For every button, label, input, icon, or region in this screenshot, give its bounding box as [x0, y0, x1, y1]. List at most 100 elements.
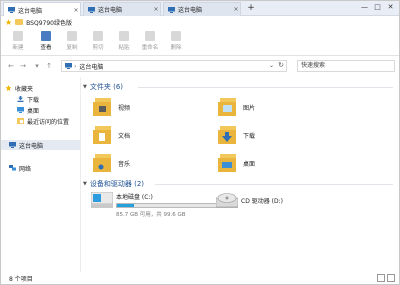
navigation-pane: 收藏夹 下载 桌面 最近访问的位置 这台电脑 网络	[1, 77, 81, 272]
drive-name: CD 驱动器 (D:)	[241, 198, 283, 205]
sidebar-item-downloads[interactable]: 下载	[17, 94, 39, 104]
folder-label: 文档	[118, 132, 131, 140]
up-button[interactable]: ↑	[45, 61, 53, 71]
tab-this-pc-2[interactable]: 这台电脑 ×	[83, 2, 161, 16]
group-divider	[155, 184, 393, 185]
group-title: 设备和驱动器 (2)	[89, 180, 144, 188]
computer-icon	[88, 6, 95, 13]
close-tab-icon[interactable]: ×	[72, 7, 80, 14]
document-folder-icon	[93, 126, 111, 144]
tab-this-pc-1[interactable]: 这台电脑 ×	[3, 2, 81, 17]
close-tab-icon[interactable]: ×	[152, 6, 160, 13]
sidebar-item-this-pc[interactable]: 这台电脑	[1, 140, 80, 150]
tab-label: 这台电脑	[18, 7, 43, 15]
group-divider	[138, 87, 393, 88]
favorite-item[interactable]: BSQ9790绿色版	[26, 18, 72, 27]
music-folder-icon	[93, 154, 111, 172]
explorer-window: 这台电脑 × 这台电脑 × 这台电脑 × + — □ ✕ ★ BSQ9790绿色…	[0, 0, 400, 285]
window-controls: — □ ✕	[358, 1, 397, 15]
folder-label: 下载	[243, 132, 256, 140]
sidebar-item-favorites[interactable]: 收藏夹	[5, 83, 33, 93]
delete-icon	[171, 31, 181, 41]
computer-icon	[8, 7, 15, 13]
paste-icon	[119, 31, 129, 41]
sidebar-item-label: 这台电脑	[19, 142, 44, 150]
cut-button[interactable]: 剪切	[87, 31, 109, 51]
maximize-button[interactable]: □	[371, 1, 384, 15]
tab-strip: 这台电脑 × 这台电脑 × 这台电脑 × + — □ ✕	[1, 1, 399, 17]
drive-usage-fill	[117, 204, 134, 207]
back-button[interactable]: ←	[7, 61, 15, 71]
recent-locations-button[interactable]: ▾	[33, 61, 41, 71]
computer-icon	[168, 6, 175, 13]
address-row: ← → ▾ ↑ › 这台电脑 ⌄ ↻ 快速搜索	[1, 59, 399, 73]
item-count: 8 个项目	[9, 275, 33, 283]
chevron-down-icon[interactable]: ⌄	[269, 62, 274, 69]
folder-icon	[15, 19, 24, 25]
sidebar-item-label: 下载	[27, 96, 40, 104]
large-icons-view-icon[interactable]	[387, 274, 395, 282]
paste-label: 粘贴	[118, 45, 130, 51]
sidebar-item-recent[interactable]: 最近访问的位置	[17, 116, 69, 126]
folder-item-documents[interactable]: 文档	[93, 123, 130, 147]
new-button[interactable]: 新建	[7, 31, 29, 51]
status-bar: 8 个项目	[1, 272, 399, 284]
rename-button[interactable]: 重命名	[139, 31, 161, 51]
details-view-icon[interactable]	[377, 274, 385, 282]
view-label: 查看	[40, 45, 52, 51]
paste-button[interactable]: 粘贴	[113, 31, 135, 51]
network-icon	[9, 165, 16, 171]
breadcrumb[interactable]: 这台电脑	[79, 62, 103, 71]
tab-label: 这台电脑	[178, 7, 203, 14]
content-pane: ▼ 文件夹 (6) 视频 图片 文档 下载 音乐 桌面 ▼ 设备和驱动器 (2)…	[83, 77, 397, 272]
folder-item-pictures[interactable]: 图片	[218, 95, 255, 119]
delete-button[interactable]: 删除	[165, 31, 187, 51]
picture-folder-icon	[218, 98, 236, 116]
sidebar-item-label: 网络	[19, 165, 32, 173]
chevron-down-icon[interactable]: ▼	[83, 84, 87, 90]
computer-icon	[9, 142, 16, 148]
cd-drive-icon	[216, 193, 238, 208]
close-tab-icon[interactable]: ×	[232, 6, 240, 13]
copy-button[interactable]: 复制	[61, 31, 83, 51]
view-button[interactable]: 查看	[35, 31, 57, 51]
view-switcher	[375, 274, 395, 282]
chevron-down-icon[interactable]: ▼	[83, 181, 87, 187]
rename-icon	[145, 31, 155, 41]
address-bar[interactable]: › 这台电脑 ⌄ ↻	[61, 60, 287, 72]
new-tab-button[interactable]: +	[247, 3, 255, 13]
command-toolbar: 新建 查看 复制 剪切 粘贴 重命名 删除	[1, 28, 399, 56]
group-title: 文件夹 (6)	[89, 83, 123, 91]
recent-places-icon	[17, 118, 24, 124]
star-icon	[5, 85, 12, 91]
sidebar-item-network[interactable]: 网络	[9, 163, 31, 173]
computer-icon	[65, 63, 72, 69]
drive-free-space: 85.7 GB 可用，共 99.6 GB	[116, 212, 186, 218]
search-input[interactable]: 快速搜索	[297, 60, 395, 72]
folder-item-desktop[interactable]: 桌面	[218, 151, 255, 175]
cut-icon	[93, 31, 103, 41]
sidebar-item-desktop[interactable]: 桌面	[17, 105, 39, 115]
favorites-bar: ★ BSQ9790绿色版	[1, 16, 399, 28]
folder-label: 图片	[243, 104, 256, 112]
desktop-folder-icon	[218, 154, 236, 172]
forward-button[interactable]: →	[19, 61, 27, 71]
close-window-button[interactable]: ✕	[384, 1, 397, 15]
folder-label: 音乐	[118, 160, 131, 168]
refresh-icon[interactable]: ↻	[278, 61, 284, 69]
delete-label: 删除	[170, 45, 182, 51]
breadcrumb-separator[interactable]: ›	[74, 63, 76, 70]
sidebar-item-label: 桌面	[27, 107, 40, 115]
folder-item-music[interactable]: 音乐	[93, 151, 130, 175]
view-icon	[41, 31, 51, 41]
tab-this-pc-3[interactable]: 这台电脑 ×	[163, 2, 241, 16]
folder-item-downloads[interactable]: 下载	[218, 123, 255, 147]
minimize-button[interactable]: —	[358, 1, 371, 15]
tab-label: 这台电脑	[98, 7, 123, 14]
star-icon[interactable]: ★	[5, 18, 12, 27]
folder-item-videos[interactable]: 视频	[93, 95, 130, 119]
video-folder-icon	[93, 98, 111, 116]
copy-icon	[67, 31, 77, 41]
drive-item-d[interactable]: CD 驱动器 (D:)	[216, 192, 283, 208]
copy-label: 复制	[66, 45, 78, 51]
